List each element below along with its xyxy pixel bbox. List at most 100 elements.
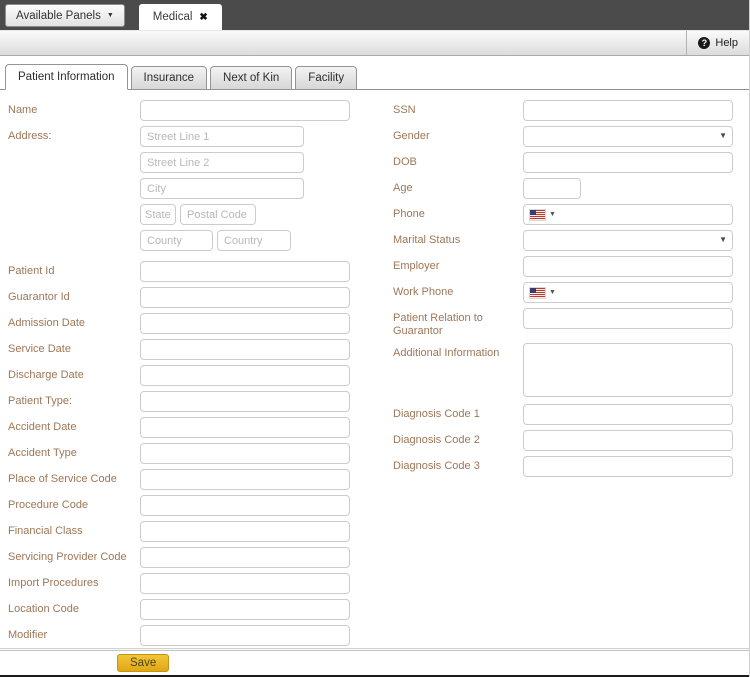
form-row: Admission Date bbox=[8, 313, 350, 334]
import-procedures-label: Import Procedures bbox=[8, 577, 99, 589]
admission-date-label: Admission Date bbox=[8, 317, 86, 329]
panel-tab-label: Medical bbox=[152, 11, 193, 23]
location-code-input[interactable] bbox=[140, 599, 350, 620]
diagnosis-code-1-label: Diagnosis Code 1 bbox=[393, 408, 480, 420]
accident-type-input[interactable] bbox=[140, 443, 350, 464]
form-row: Diagnosis Code 1 bbox=[393, 404, 733, 425]
procedure-code-input[interactable] bbox=[140, 495, 350, 516]
form-row: Patient Type: bbox=[8, 391, 350, 412]
diagnosis-code-3-label: Diagnosis Code 3 bbox=[393, 460, 480, 472]
address-group bbox=[140, 126, 304, 256]
us-flag-icon[interactable] bbox=[530, 209, 545, 220]
marital-status-select[interactable] bbox=[523, 230, 733, 251]
work-phone-input-box: ▼ bbox=[523, 282, 733, 303]
tab-patient-information[interactable]: Patient Information bbox=[5, 64, 128, 90]
patient-id-label: Patient Id bbox=[8, 265, 55, 277]
flag-dropdown-caret-icon[interactable]: ▼ bbox=[549, 289, 556, 296]
employer-label: Employer bbox=[393, 260, 440, 272]
patient-type-input[interactable] bbox=[140, 391, 350, 412]
flag-dropdown-caret-icon[interactable]: ▼ bbox=[549, 211, 556, 218]
form-row: Accident Date bbox=[8, 417, 350, 438]
street-line-2-input[interactable] bbox=[140, 152, 304, 173]
additional-information-textarea[interactable] bbox=[523, 343, 733, 397]
form-row: DOB bbox=[393, 152, 733, 173]
place-of-service-code-input[interactable] bbox=[140, 469, 350, 490]
panel-tab-medical[interactable]: Medical ✖ bbox=[138, 4, 222, 30]
procedure-code-label: Procedure Code bbox=[8, 499, 89, 511]
form-row: Discharge Date bbox=[8, 365, 350, 386]
postal-code-input[interactable] bbox=[180, 204, 256, 225]
form-row: Service Date bbox=[8, 339, 350, 360]
street-line-1-input[interactable] bbox=[140, 126, 304, 147]
city-input[interactable] bbox=[140, 178, 304, 199]
state-input[interactable] bbox=[140, 204, 176, 225]
discharge-date-input[interactable] bbox=[140, 365, 350, 386]
save-button[interactable]: Save bbox=[117, 654, 170, 672]
accident-date-input[interactable] bbox=[140, 417, 350, 438]
admission-date-input[interactable] bbox=[140, 313, 350, 334]
help-label: Help bbox=[715, 37, 738, 49]
form-row: Modifier bbox=[8, 625, 350, 646]
age-input[interactable] bbox=[523, 178, 581, 199]
form-row: Guarantor Id bbox=[8, 287, 350, 308]
modifier-input[interactable] bbox=[140, 625, 350, 646]
form-row: Work Phone ▼ bbox=[393, 282, 733, 303]
service-date-label: Service Date bbox=[8, 343, 71, 355]
employer-input[interactable] bbox=[523, 256, 733, 277]
patient-id-input[interactable] bbox=[140, 261, 350, 282]
patient-information-form: Name Address: Street Line 1 Street Line … bbox=[0, 90, 749, 648]
name-input[interactable] bbox=[140, 100, 350, 121]
county-input[interactable] bbox=[140, 230, 213, 251]
financial-class-input[interactable] bbox=[140, 521, 350, 542]
tab-facility[interactable]: Facility bbox=[295, 66, 358, 90]
servicing-provider-code-input[interactable] bbox=[140, 547, 350, 568]
phone-input[interactable] bbox=[555, 206, 728, 223]
ssn-input[interactable] bbox=[523, 100, 733, 121]
work-phone-input[interactable] bbox=[555, 284, 728, 301]
patient-relation-to-guarantor-input[interactable] bbox=[523, 308, 733, 329]
accident-date-label: Accident Date bbox=[8, 421, 77, 433]
gender-select-wrap: ▼ bbox=[523, 126, 733, 147]
form-row: Gender ▼ bbox=[393, 126, 733, 147]
phone-label: Phone bbox=[393, 208, 425, 220]
marital-status-select-wrap: ▼ bbox=[523, 230, 733, 251]
guarantor-id-label: Guarantor Id bbox=[8, 291, 70, 303]
us-flag-icon[interactable] bbox=[530, 287, 545, 298]
available-panels-button[interactable]: Available Panels ▼ bbox=[5, 4, 125, 27]
caret-down-icon: ▼ bbox=[106, 12, 114, 19]
form-left-column: Name Address: Street Line 1 Street Line … bbox=[8, 100, 350, 648]
tab-next-of-kin[interactable]: Next of Kin bbox=[210, 66, 293, 90]
place-of-service-code-label: Place of Service Code bbox=[8, 473, 117, 485]
discharge-date-label: Discharge Date bbox=[8, 369, 84, 381]
diagnosis-code-2-input[interactable] bbox=[523, 430, 733, 451]
form-row: Import Procedures bbox=[8, 573, 350, 594]
gender-select[interactable] bbox=[523, 126, 733, 147]
form-row: Financial Class bbox=[8, 521, 350, 542]
panel-topbar: Available Panels ▼ Medical ✖ bbox=[0, 0, 749, 30]
form-tabstrip: Patient Information Insurance Next of Ki… bbox=[0, 64, 749, 90]
help-button[interactable]: ? Help bbox=[686, 31, 749, 55]
close-icon[interactable]: ✖ bbox=[199, 12, 207, 23]
form-row: Additional Information bbox=[393, 343, 733, 397]
age-label: Age bbox=[393, 182, 413, 194]
diagnosis-code-1-input[interactable] bbox=[523, 404, 733, 425]
help-icon: ? bbox=[698, 37, 711, 49]
modifier-label: Modifier bbox=[8, 629, 48, 641]
form-row: Employer bbox=[393, 256, 733, 277]
name-label: Name bbox=[8, 104, 38, 116]
toolbar: ? Help bbox=[0, 30, 749, 56]
marital-status-label: Marital Status bbox=[393, 234, 461, 246]
diagnosis-code-3-input[interactable] bbox=[523, 456, 733, 477]
import-procedures-input[interactable] bbox=[140, 573, 350, 594]
tab-insurance[interactable]: Insurance bbox=[130, 66, 208, 90]
form-row: Name bbox=[8, 100, 350, 121]
gender-label: Gender bbox=[393, 130, 430, 142]
country-input[interactable] bbox=[217, 230, 291, 251]
service-date-input[interactable] bbox=[140, 339, 350, 360]
form-row: Diagnosis Code 3 bbox=[393, 456, 733, 477]
servicing-provider-code-label: Servicing Provider Code bbox=[8, 551, 127, 563]
guarantor-id-input[interactable] bbox=[140, 287, 350, 308]
address-label: Address: bbox=[8, 130, 52, 142]
form-row: Servicing Provider Code bbox=[8, 547, 350, 568]
dob-input[interactable] bbox=[523, 152, 733, 173]
